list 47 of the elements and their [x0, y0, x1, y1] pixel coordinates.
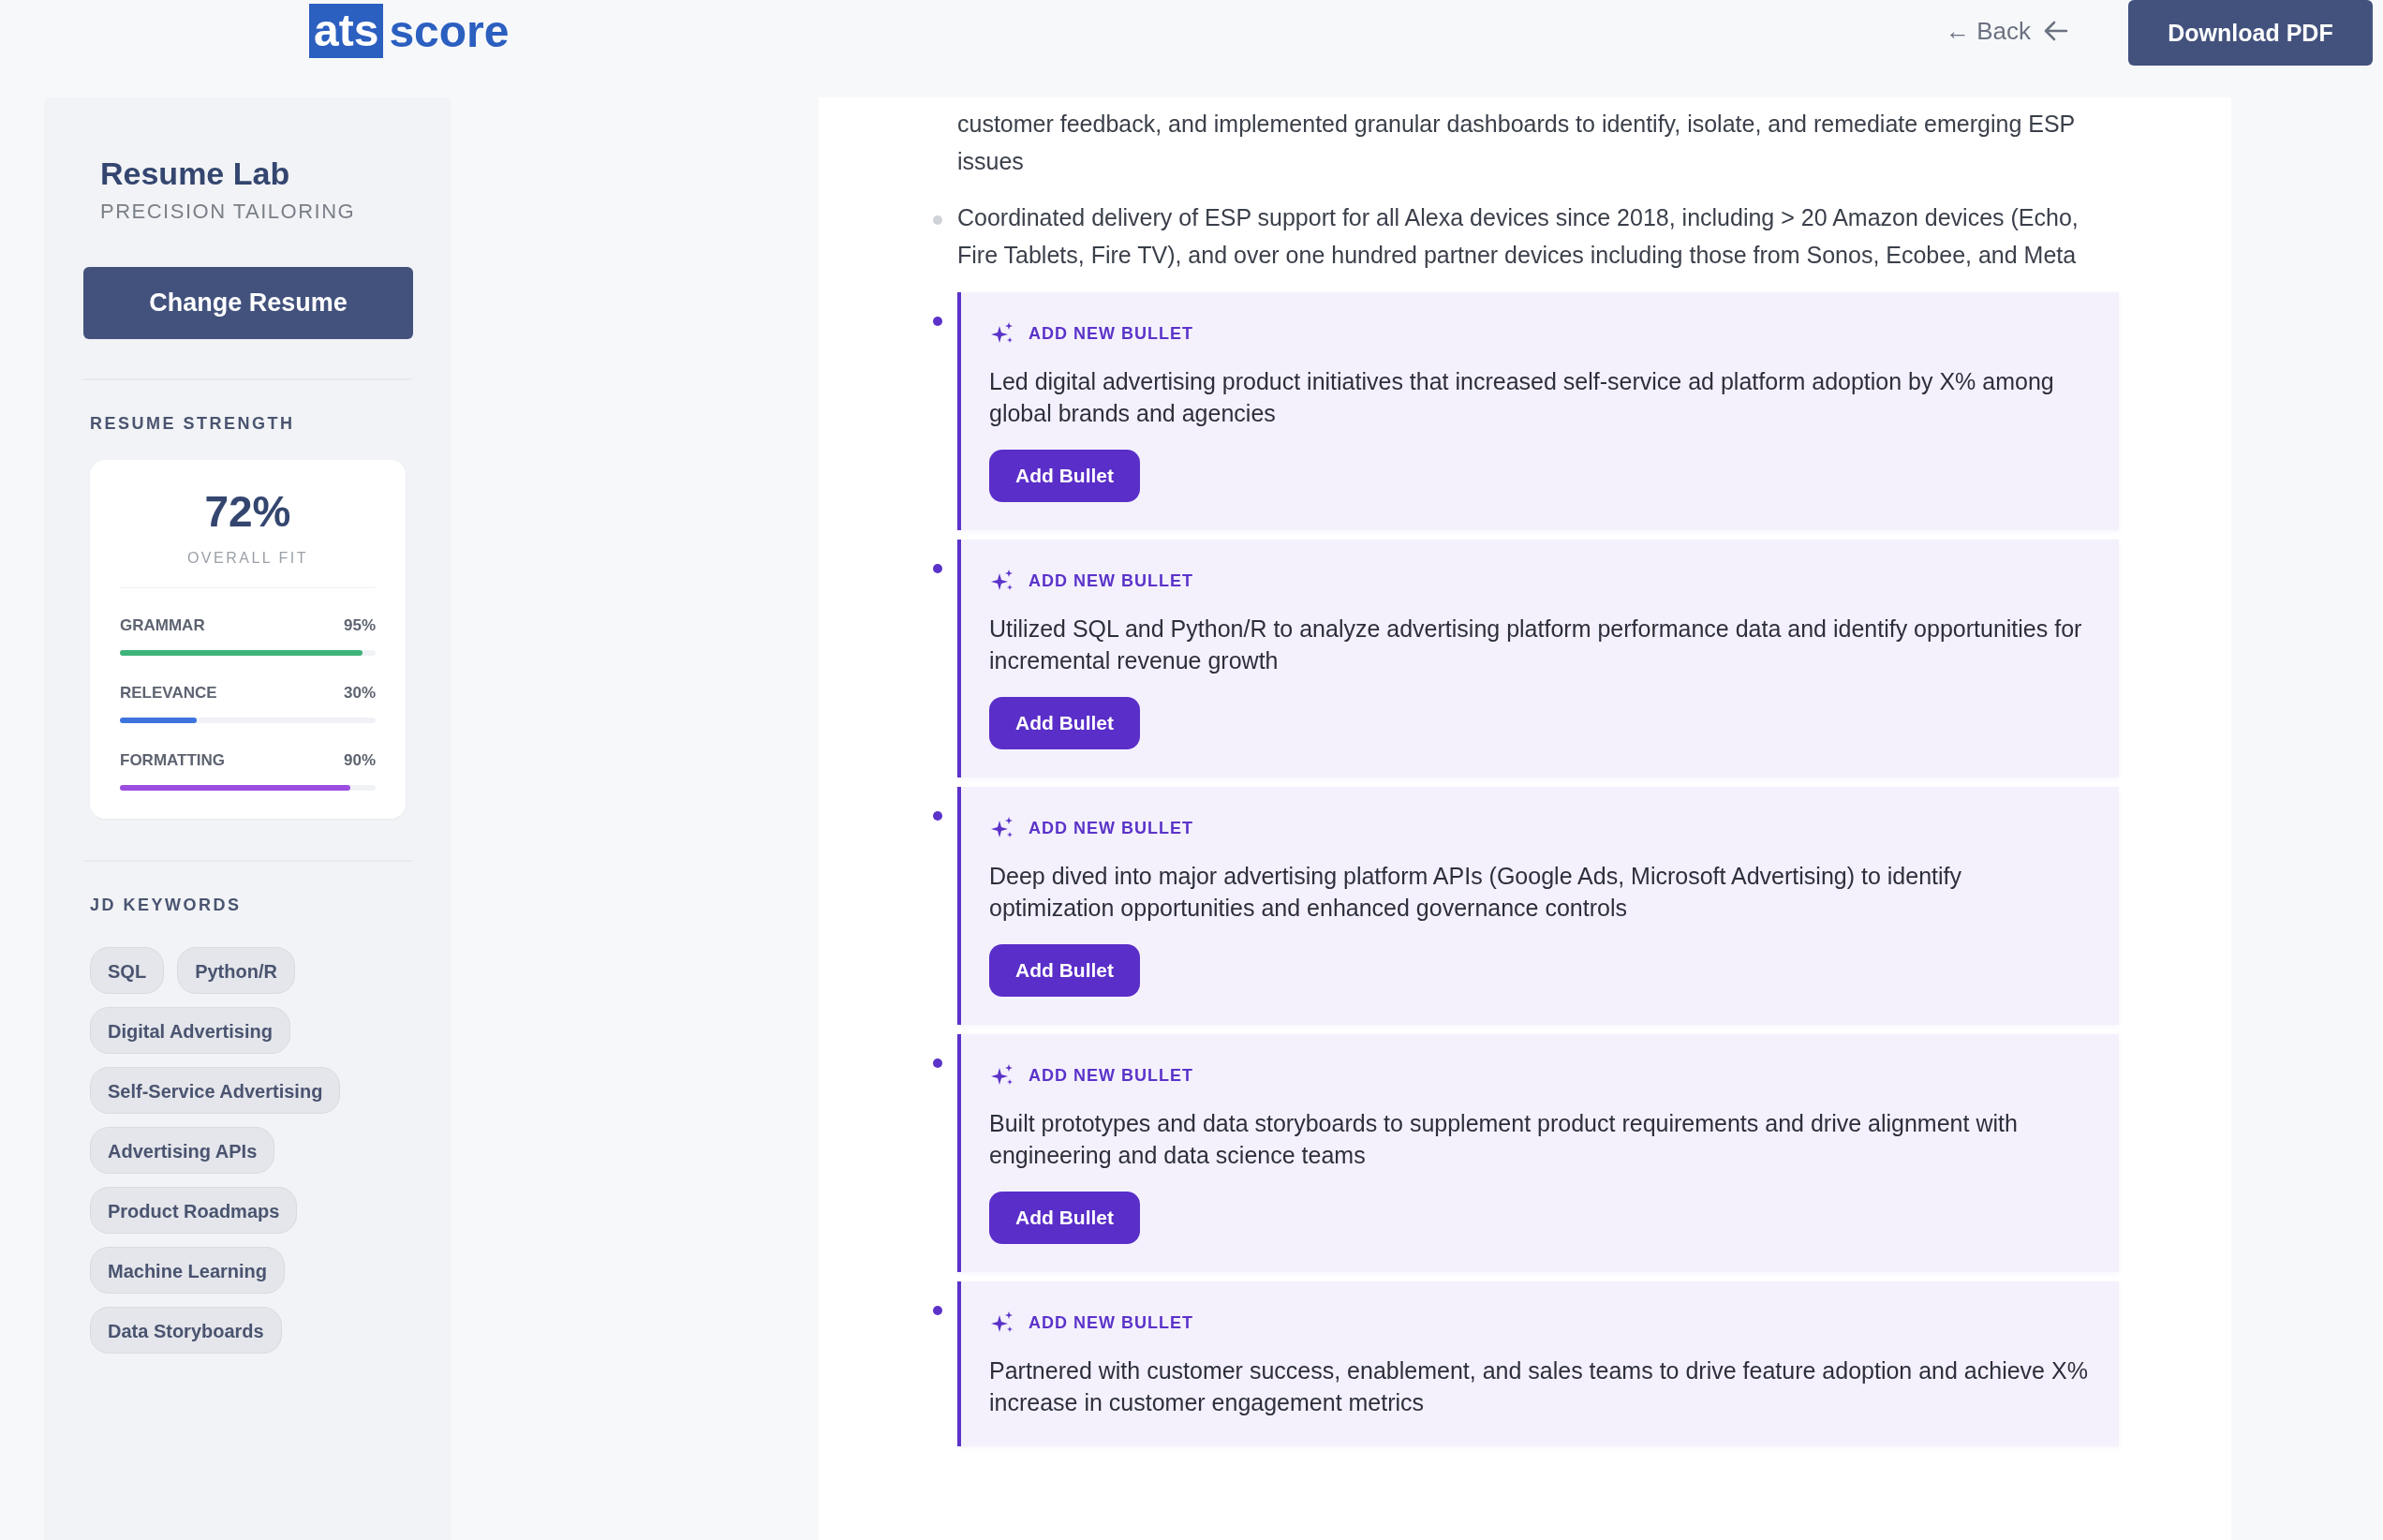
suggestion-label: ADD NEW BULLET: [1029, 570, 1193, 591]
keyword-chip: Python/R: [177, 947, 295, 994]
metric-label: RELEVANCE: [120, 684, 217, 703]
metric-label: GRAMMAR: [120, 616, 205, 635]
download-pdf-button[interactable]: Download PDF: [2128, 0, 2373, 66]
suggestion-label: ADD NEW BULLET: [1029, 818, 1193, 838]
add-bullet-button[interactable]: Add Bullet: [989, 1192, 1140, 1244]
suggestion-label: ADD NEW BULLET: [1029, 1312, 1193, 1333]
keyword-chip: SQL: [90, 947, 165, 994]
bullet-dot: [933, 1306, 942, 1315]
arrow-left-icon[interactable]: [2044, 20, 2068, 42]
suggested-bullet-text: Built prototypes and data storyboards to supplement product requirements and drive alignment with engineering and data science teams: [989, 1109, 2019, 1170]
section-heading: RESUME STRENGTH: [90, 414, 296, 434]
suggestion-label: ADD NEW BULLET: [1029, 1065, 1193, 1086]
suggested-bullet-text: Partnered with customer success, enablement, and sales teams to drive feature adoption and achieve X% increase in customer engagement metrics: [989, 1356, 2089, 1417]
sidebar-subtitle: PRECISION TAILORING: [100, 200, 357, 224]
resume-bullet-text: customer feedback, and implemented granular dashboards to identify, isolate, and remediate emerging ESP issues: [957, 110, 2076, 176]
add-bullet-button[interactable]: Add Bullet: [989, 697, 1140, 749]
resume-bullet-text: Coordinated delivery of ESP support for all Alexa devices since 2018, including > 20 Amazon devices (Echo, Fire Tablets, Fire TV), and over one hundred partner devices including those from Sonos, Ecobee, and Meta: [957, 203, 2080, 270]
bullet-dot: [933, 317, 942, 326]
overall-score: 72%: [203, 486, 292, 537]
back-link[interactable]: ← Back: [1945, 16, 2031, 46]
add-bullet-button[interactable]: Add Bullet: [989, 450, 1140, 502]
overall-label: OVERALL FIT: [185, 550, 310, 567]
keyword-chip: Data Storyboards: [90, 1307, 282, 1354]
change-resume-button[interactable]: Change Resume: [83, 267, 413, 339]
logo: ats score: [309, 4, 510, 58]
bullet-dot: [933, 811, 942, 821]
bullet-dot: [933, 1059, 942, 1068]
suggestion-label: ADD NEW BULLET: [1029, 323, 1193, 344]
suggested-bullet-text: Utilized SQL and Python/R to analyze advertising platform performance data and identify opportunities for incremental revenue growth: [989, 615, 2083, 675]
keyword-chip: Self-Service Advertising: [90, 1067, 341, 1114]
keyword-chip: Product Roadmaps: [90, 1187, 298, 1234]
add-bullet-button[interactable]: Add Bullet: [989, 944, 1140, 997]
bullet-dot: [933, 564, 942, 573]
section-heading: JD KEYWORDS: [90, 896, 243, 915]
bullet-dot: [933, 215, 942, 225]
metric-value: 30%: [343, 684, 376, 703]
suggested-bullet-text: Deep dived into major advertising platform APIs (Google Ads, Microsoft Advertising) to identify optimization opportunities and enhanced governance controls: [989, 862, 1962, 923]
metric-label: FORMATTING: [120, 751, 226, 770]
keyword-chip: Digital Advertising: [90, 1007, 290, 1054]
keyword-chip: Advertising APIs: [90, 1127, 275, 1174]
metric-value: 90%: [343, 751, 376, 770]
suggested-bullet-text: Led digital advertising product initiatives that increased self-service ad platform adoption by X% among global brands and agencies: [989, 367, 2055, 428]
sidebar-title: Resume Lab: [100, 155, 291, 192]
metric-value: 95%: [343, 616, 376, 635]
keyword-chip: Machine Learning: [90, 1247, 286, 1294]
